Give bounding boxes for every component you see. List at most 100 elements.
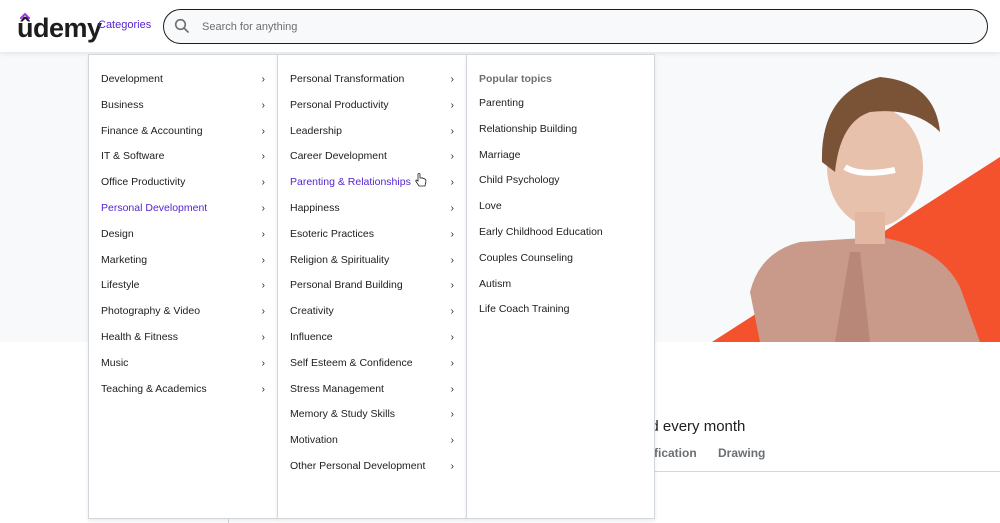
chevron-right-icon: ›	[261, 202, 265, 214]
category-item-label: Design	[101, 227, 134, 240]
popular-topic-link[interactable]: Child Psychology	[467, 168, 654, 194]
subcategory-item-label: Memory & Study Skills	[290, 408, 396, 421]
subcategory-item-label: Personal Productivity	[290, 98, 389, 111]
course-tabs: rtification Drawing	[642, 446, 783, 460]
subcategory-item-label: Motivation	[290, 434, 338, 447]
subcategory-item[interactable]: Religion & Spirituality ›	[278, 248, 466, 274]
subcategories-menu: Personal Transformation › Personal Product…	[277, 54, 467, 519]
subcategory-item-label: Personal Transformation	[290, 73, 405, 85]
popular-topics-menu: Popular topics Parenting Relationship Bui…	[466, 54, 655, 519]
subcategory-item[interactable]: Personal Brand Building ›	[278, 273, 466, 299]
category-item[interactable]: Design ›	[89, 222, 277, 248]
chevron-right-icon: ›	[450, 357, 454, 369]
subcategory-item[interactable]: Parenting & Relationships ›	[278, 170, 466, 196]
chevron-right-icon: ›	[450, 331, 454, 343]
category-item-label: Lifestyle	[101, 279, 140, 292]
subcategory-list: Personal Transformation › Personal Product…	[278, 67, 466, 480]
popular-topic-link[interactable]: Relationship Building	[467, 117, 654, 143]
subcategory-item[interactable]: Esoteric Practices ›	[278, 222, 466, 248]
logo-text: ûdemy	[17, 13, 102, 43]
category-item[interactable]: IT & Software ›	[89, 144, 277, 170]
popular-topic-link[interactable]: Love	[467, 194, 654, 220]
category-list: Development › Business › Finance & Accountin…	[89, 67, 277, 402]
subcategory-item[interactable]: Creativity ›	[278, 299, 466, 325]
category-item-label: Finance & Accounting	[101, 124, 203, 137]
category-item[interactable]: Finance & Accounting ›	[89, 119, 277, 145]
category-item[interactable]: Lifestyle ›	[89, 273, 277, 299]
udemy-logo[interactable]: ûdemy	[17, 10, 102, 43]
subcategory-item[interactable]: Leadership ›	[278, 119, 466, 145]
chevron-right-icon: ›	[261, 228, 265, 240]
category-item[interactable]: Personal Development ›	[89, 196, 277, 222]
chevron-right-icon: ›	[450, 125, 454, 137]
popular-topic-link[interactable]: Life Coach Training	[467, 297, 654, 323]
category-item[interactable]: Photography & Video ›	[89, 299, 277, 325]
category-item-label: Office Productivity	[101, 176, 186, 189]
search-icon[interactable]	[174, 18, 190, 34]
popular-topic-link[interactable]: Early Childhood Education	[467, 220, 654, 246]
category-item-label: Marketing	[101, 253, 148, 266]
subcategory-item-label: Leadership	[290, 124, 342, 137]
search-input[interactable]	[202, 18, 962, 36]
category-item[interactable]: Health & Fitness ›	[89, 325, 277, 351]
subcategory-item[interactable]: Personal Transformation ›	[278, 67, 466, 93]
subcategory-item[interactable]: Happiness ›	[278, 196, 466, 222]
category-item[interactable]: Business ›	[89, 93, 277, 119]
subcategory-item-label: Other Personal Development	[290, 459, 426, 472]
popular-topic-link[interactable]: Parenting	[467, 91, 654, 117]
popular-topic-link[interactable]: Marriage	[467, 143, 654, 169]
chevron-right-icon: ›	[450, 202, 454, 214]
popular-topics-heading: Popular topics	[479, 73, 552, 85]
tab-drawing[interactable]: Drawing	[718, 446, 765, 460]
chevron-right-icon: ›	[261, 357, 265, 369]
chevron-right-icon: ›	[450, 306, 454, 318]
subcategory-item[interactable]: Career Development ›	[278, 144, 466, 170]
chevron-right-icon: ›	[450, 99, 454, 111]
popular-topic-link[interactable]: Autism	[467, 272, 654, 298]
category-item-label: Teaching & Academics	[101, 382, 207, 395]
subcategory-item[interactable]: Stress Management ›	[278, 377, 466, 403]
subcategory-item[interactable]: Motivation ›	[278, 428, 466, 454]
chevron-right-icon: ›	[450, 435, 454, 447]
subcategory-item[interactable]: Personal Productivity ›	[278, 93, 466, 119]
subcategory-item[interactable]: Influence ›	[278, 325, 466, 351]
subcategory-item-label: Esoteric Practices	[290, 227, 375, 240]
hero-tagline: ed every month	[642, 418, 746, 435]
chevron-right-icon: ›	[450, 177, 454, 189]
category-item[interactable]: Marketing ›	[89, 248, 277, 274]
subcategory-item[interactable]: Self Esteem & Confidence ›	[278, 351, 466, 377]
search-bar[interactable]	[163, 9, 988, 44]
category-item[interactable]: Development ›	[89, 67, 277, 93]
subcategory-item[interactable]: Other Personal Development ›	[278, 454, 466, 480]
subcategory-item-label: Creativity	[290, 305, 334, 318]
chevron-right-icon: ›	[450, 460, 454, 472]
chevron-right-icon: ›	[261, 306, 265, 318]
category-item[interactable]: Teaching & Academics ›	[89, 377, 277, 403]
chevron-right-icon: ›	[261, 151, 265, 163]
chevron-right-icon: ›	[261, 254, 265, 266]
chevron-right-icon: ›	[261, 74, 265, 85]
category-item-label: IT & Software	[101, 150, 165, 163]
category-item[interactable]: Office Productivity ›	[89, 170, 277, 196]
category-item-label: Music	[101, 356, 129, 369]
category-item-label: Health & Fitness	[101, 330, 179, 343]
chevron-right-icon: ›	[261, 383, 265, 395]
subcategory-item[interactable]: Memory & Study Skills ›	[278, 402, 466, 428]
chevron-right-icon: ›	[450, 254, 454, 266]
chevron-right-icon: ›	[450, 383, 454, 395]
chevron-right-icon: ›	[261, 99, 265, 111]
subcategory-item-label: Influence	[290, 330, 333, 343]
categories-button[interactable]: Categories	[98, 19, 151, 31]
chevron-right-icon: ›	[450, 74, 454, 85]
category-item[interactable]: Music ›	[89, 351, 277, 377]
category-item-label: Development	[101, 73, 163, 85]
chevron-right-icon: ›	[261, 280, 265, 292]
subcategory-item-label: Parenting & Relationships	[290, 176, 411, 189]
subcategory-item-label: Self Esteem & Confidence	[290, 356, 413, 369]
subcategory-item-label: Happiness	[290, 201, 340, 214]
top-navbar: ûdemy Categories	[0, 0, 1000, 52]
category-item-label: Personal Development	[101, 201, 208, 214]
popular-topic-link[interactable]: Couples Counseling	[467, 246, 654, 272]
chevron-right-icon: ›	[450, 409, 454, 421]
hand-cursor-icon	[415, 173, 427, 187]
